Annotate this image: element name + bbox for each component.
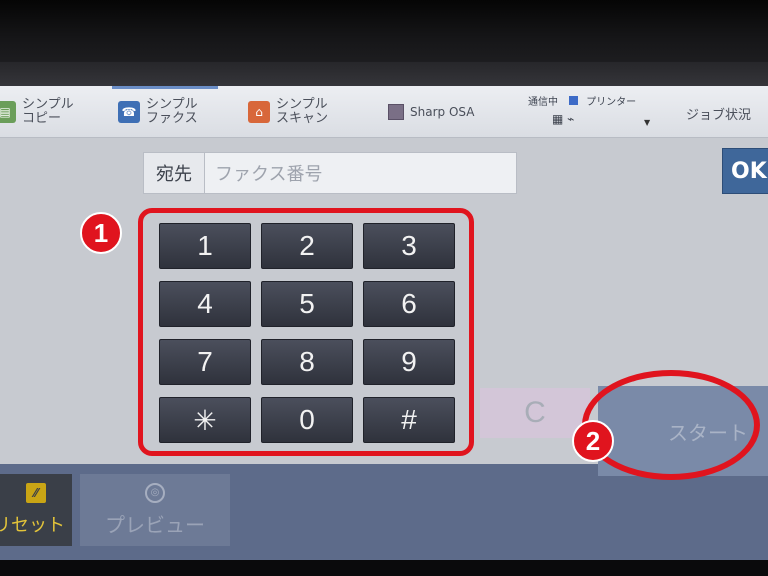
key-asterisk[interactable]: ✳ (159, 397, 251, 443)
status-printer: プリンター (586, 97, 637, 108)
key-2[interactable]: 2 (261, 223, 353, 269)
nav-simple-copy[interactable]: ▤ シンプル コピー (0, 92, 74, 132)
device-bezel-shine (0, 62, 768, 86)
fax-icon: ☎ (118, 101, 140, 123)
nav-label: シンプル コピー (22, 97, 74, 126)
osa-icon (388, 104, 404, 120)
key-9[interactable]: 9 (363, 339, 455, 385)
key-0[interactable]: 0 (261, 397, 353, 443)
key-5[interactable]: 5 (261, 281, 353, 327)
key-hash[interactable]: # (363, 397, 455, 443)
reset-button[interactable]: ⁄⁄ リセット (0, 474, 72, 546)
nav-simple-fax[interactable]: ☎ シンプル ファクス (112, 86, 218, 132)
printer-status-icon (569, 96, 579, 105)
job-status-button[interactable]: ジョブ状況 (686, 104, 751, 123)
top-navigation: ▤ シンプル コピー ☎ シンプル ファクス ⌂ シンプル スキャン Sharp… (0, 86, 768, 138)
preview-button[interactable]: ◎ プレビュー (80, 474, 230, 546)
status-communicating: 通信中 (528, 97, 558, 108)
start-button[interactable]: スタート (598, 386, 768, 476)
touch-screen: ▤ シンプル コピー ☎ シンプル ファクス ⌂ シンプル スキャン Sharp… (0, 86, 768, 562)
reset-icon: ⁄⁄ (26, 483, 46, 503)
chevron-down-icon: ▼ (644, 118, 651, 127)
fax-number-field[interactable]: ファクス番号 (205, 152, 517, 194)
key-8[interactable]: 8 (261, 339, 353, 385)
reset-label: リセット (0, 515, 65, 536)
nav-label: Sharp OSA (410, 105, 475, 119)
numeric-keypad: 1 2 3 4 5 6 7 8 9 ✳ 0 # (138, 208, 474, 456)
key-3[interactable]: 3 (363, 223, 455, 269)
scan-icon: ⌂ (248, 101, 270, 123)
key-1[interactable]: 1 (159, 223, 251, 269)
key-7[interactable]: 7 (159, 339, 251, 385)
status-area[interactable]: 通信中 プリンター ▦ ⌁ ▼ (528, 90, 658, 134)
nav-label: シンプル スキャン (276, 97, 329, 126)
copy-icon: ▤ (0, 101, 16, 123)
key-6[interactable]: 6 (363, 281, 455, 327)
nav-sharp-osa[interactable]: Sharp OSA (388, 92, 474, 132)
bottom-action-bar: ⁄⁄ リセット ◎ プレビュー (0, 464, 768, 562)
preview-label: プレビュー (105, 512, 205, 537)
step-marker-1: 1 (80, 212, 122, 254)
step-marker-2: 2 (572, 420, 614, 462)
magnifier-icon: ◎ (145, 482, 165, 503)
destination-label: 宛先 (143, 152, 205, 194)
nav-label: シンプル ファクス (146, 97, 198, 126)
job-queue-icon: ▦ ⌁ (552, 112, 575, 126)
ok-button[interactable]: OK (722, 148, 768, 194)
key-4[interactable]: 4 (159, 281, 251, 327)
device-bezel-bottom (0, 560, 768, 576)
nav-simple-scan[interactable]: ⌂ シンプル スキャン (248, 92, 328, 132)
